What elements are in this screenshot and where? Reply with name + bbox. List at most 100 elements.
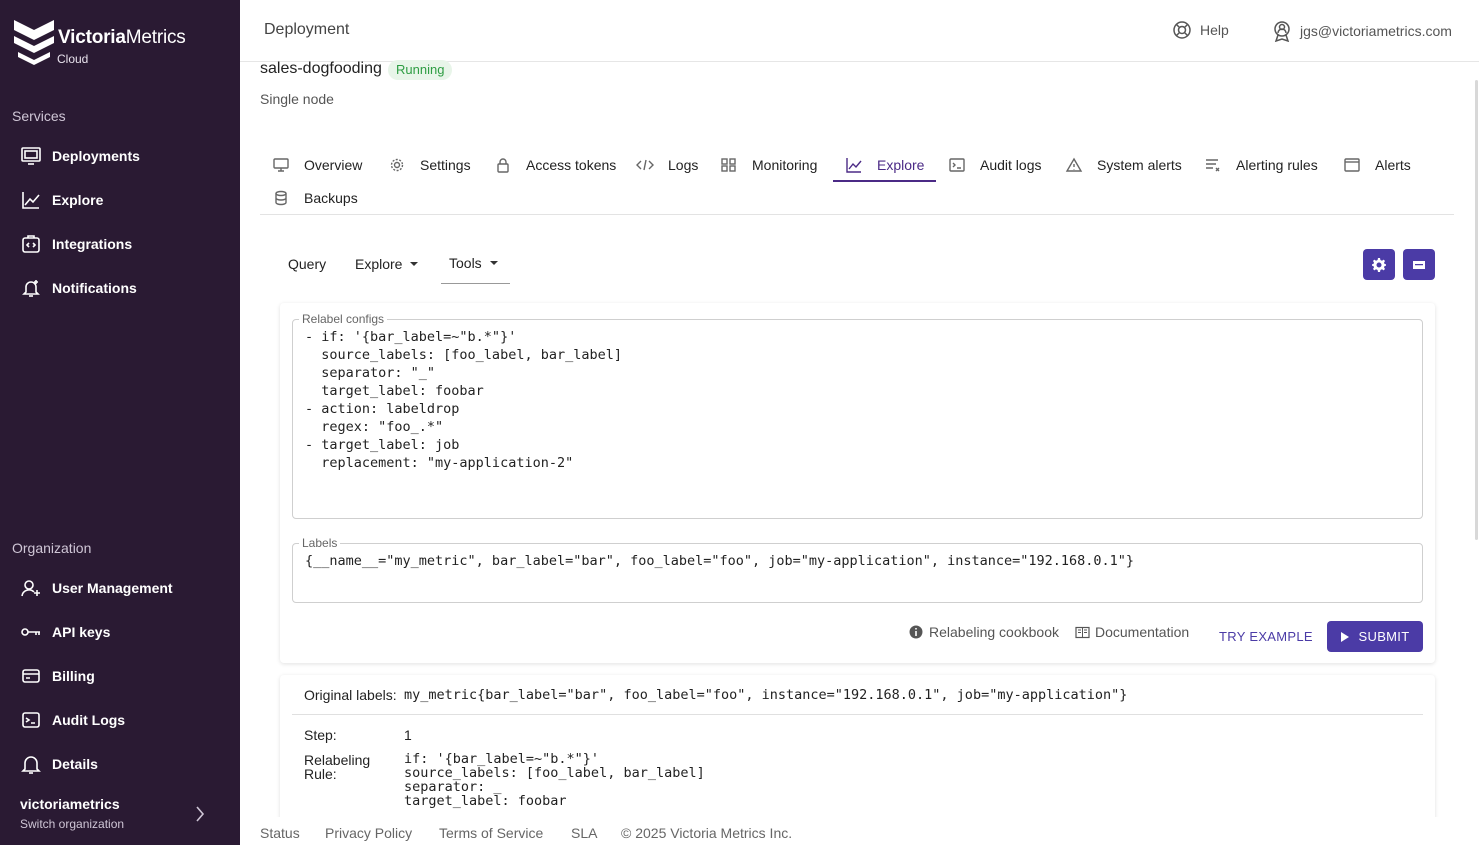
- services-section-title: Services: [12, 108, 66, 124]
- sidebar-item-label: Integrations: [52, 236, 133, 252]
- relabeling-rule-label: Relabeling Rule:: [304, 752, 371, 782]
- sidebar-item-details[interactable]: Details: [20, 751, 98, 777]
- tab-label: Monitoring: [752, 157, 818, 173]
- page-title: Deployment: [264, 21, 350, 38]
- labels-input[interactable]: {__name__="my_metric", bar_label="bar", …: [305, 552, 1134, 570]
- sidebar-item-explore[interactable]: Explore: [20, 187, 103, 213]
- footer-status-link[interactable]: Status: [260, 825, 300, 841]
- settings-button[interactable]: [1363, 249, 1395, 280]
- explore-menu[interactable]: Explore: [355, 256, 419, 272]
- deployment-name: sales-dogfooding: [260, 60, 382, 77]
- tab-label: Settings: [420, 157, 471, 173]
- chevron-right-icon[interactable]: [192, 803, 208, 825]
- step-value: 1: [404, 727, 412, 743]
- warning-icon: [1065, 157, 1083, 172]
- bell-icon: [20, 277, 42, 299]
- organization-name[interactable]: victoriametrics: [20, 796, 120, 812]
- sidebar-item-label: API keys: [52, 624, 111, 640]
- keyboard-button[interactable]: [1403, 249, 1435, 280]
- footer: Status Privacy Policy Terms of Service S…: [240, 817, 1479, 845]
- relabel-card: Relabel configs - if: '{bar_label=~"b.*"…: [280, 303, 1435, 663]
- victoriametrics-logo-icon: [14, 20, 54, 65]
- labels-field[interactable]: Labels {__name__="my_metric", bar_label=…: [292, 536, 1423, 603]
- monitor-icon: [20, 145, 42, 167]
- relabel-configs-field[interactable]: Relabel configs - if: '{bar_label=~"b.*"…: [292, 312, 1423, 519]
- brand-logo[interactable]: VictoriaMetrics Cloud: [12, 16, 232, 68]
- sidebar-item-label: Audit Logs: [52, 712, 126, 728]
- footer-terms-link[interactable]: Terms of Service: [439, 825, 543, 841]
- tools-label: Tools: [449, 255, 482, 271]
- query-label: Query: [288, 256, 327, 272]
- play-icon: [1340, 631, 1349, 642]
- tab-overview[interactable]: Overview: [272, 148, 362, 182]
- user-add-icon: [20, 577, 42, 599]
- documentation-label: Documentation: [1095, 624, 1190, 640]
- page-scrollbar[interactable]: [1475, 80, 1478, 540]
- tab-monitoring[interactable]: Monitoring: [720, 148, 817, 182]
- brand-sub: Cloud: [57, 52, 89, 66]
- switch-organization-link[interactable]: Switch organization: [20, 817, 124, 831]
- result-card: Original labels: my_metric{bar_label="ba…: [280, 675, 1435, 835]
- explore-label: Explore: [355, 256, 403, 272]
- keyboard-icon: [1413, 260, 1425, 269]
- tab-alerting-rules[interactable]: Alerting rules: [1204, 148, 1318, 182]
- help-link[interactable]: Help: [1172, 20, 1229, 40]
- tab-explore[interactable]: Explore: [845, 148, 924, 182]
- window-icon: [1344, 158, 1360, 172]
- try-example-button[interactable]: TRY EXAMPLE: [1219, 629, 1313, 644]
- sidebar-item-billing[interactable]: Billing: [20, 663, 95, 689]
- sidebar-item-label: Billing: [52, 668, 95, 684]
- relabeling-cookbook-link[interactable]: Relabeling cookbook: [909, 624, 1059, 640]
- tools-menu[interactable]: Tools: [449, 255, 498, 271]
- tab-backups[interactable]: Backups: [272, 181, 358, 215]
- sidebar-item-audit-logs[interactable]: Audit Logs: [20, 707, 125, 733]
- sidebar-item-integrations[interactable]: Integrations: [20, 231, 132, 257]
- result-divider: [292, 714, 1423, 715]
- footer-sla-link[interactable]: SLA: [571, 825, 597, 841]
- monitor-icon: [273, 158, 289, 172]
- sidebar-item-deployments[interactable]: Deployments: [20, 143, 140, 169]
- tabs-divider: [260, 214, 1454, 215]
- sidebar-item-label: Notifications: [52, 280, 137, 296]
- query-menu[interactable]: Query: [288, 256, 326, 272]
- gear-icon: [1372, 257, 1386, 272]
- tab-settings[interactable]: Settings: [388, 148, 471, 182]
- sidebar-item-user-management[interactable]: User Management: [20, 575, 173, 601]
- tab-system-alerts[interactable]: System alerts: [1065, 148, 1182, 182]
- user-menu[interactable]: jgs@victoriametrics.com: [1272, 20, 1452, 42]
- chart-line-icon: [846, 158, 862, 173]
- tab-label: Audit logs: [980, 157, 1042, 173]
- documentation-link[interactable]: Documentation: [1075, 624, 1189, 640]
- organization-section-title: Organization: [12, 540, 92, 556]
- key-icon: [20, 621, 42, 643]
- tab-access-tokens[interactable]: Access tokens: [494, 148, 616, 182]
- tab-audit-logs[interactable]: Audit logs: [948, 148, 1041, 182]
- book-icon: [1075, 626, 1090, 638]
- footer-privacy-link[interactable]: Privacy Policy: [325, 825, 412, 841]
- relabel-configs-input[interactable]: - if: '{bar_label=~"b.*"}' source_labels…: [305, 328, 622, 472]
- help-label: Help: [1200, 22, 1229, 38]
- tab-logs[interactable]: Logs: [636, 148, 698, 182]
- terminal-icon: [949, 158, 965, 172]
- top-bar: Deployment Help jgs@victoriametrics.com: [240, 0, 1479, 62]
- rules-icon: [1206, 159, 1220, 172]
- step-label: Step:: [304, 727, 337, 743]
- code-icon: [636, 159, 654, 171]
- sidebar-item-label: Deployments: [52, 148, 140, 164]
- bell-alert-icon: [20, 753, 42, 775]
- sidebar-item-label: User Management: [52, 580, 173, 596]
- sidebar-item-label: Explore: [52, 192, 104, 208]
- submit-button[interactable]: SUBMIT: [1327, 621, 1423, 652]
- relabeling-cookbook-label: Relabeling cookbook: [929, 624, 1059, 640]
- lock-icon: [497, 158, 509, 173]
- sidebar-item-notifications[interactable]: Notifications: [20, 275, 137, 301]
- tab-label: Overview: [304, 157, 363, 173]
- tab-label: Alerts: [1375, 157, 1411, 173]
- sidebar: VictoriaMetrics Cloud Services Deploymen…: [0, 0, 240, 845]
- sidebar-item-api-keys[interactable]: API keys: [20, 619, 110, 645]
- tab-alerts[interactable]: Alerts: [1343, 148, 1411, 182]
- deployment-type: Single node: [260, 91, 334, 107]
- sidebar-item-label: Details: [52, 756, 98, 772]
- grid-icon: [721, 158, 736, 172]
- terminal-icon: [20, 709, 42, 731]
